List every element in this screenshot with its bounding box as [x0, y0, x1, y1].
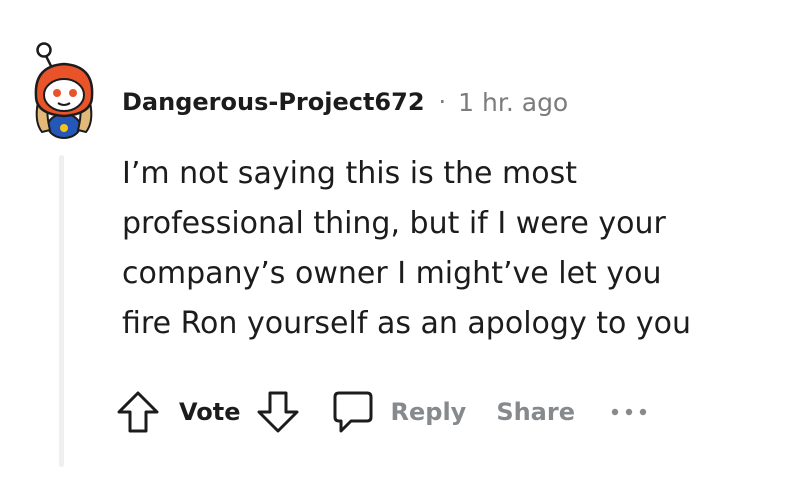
- upvote-button[interactable]: [115, 389, 161, 435]
- meta-separator: ·: [438, 88, 447, 116]
- username-link[interactable]: Dangerous-Project672: [122, 88, 425, 116]
- user-avatar[interactable]: [24, 40, 104, 140]
- more-options-button[interactable]: [609, 404, 649, 420]
- vote-count-label: Vote: [179, 398, 241, 426]
- comment-body-line: professional thing, but if I were your: [122, 206, 666, 241]
- comment: Dangerous-Project672 · 1 hr. ago I’m not…: [0, 0, 800, 490]
- ellipsis-icon: [611, 408, 647, 416]
- avatar-snoo-icon: [34, 42, 94, 139]
- speech-bubble-icon: [333, 391, 372, 433]
- share-button[interactable]: Share: [496, 398, 575, 426]
- thread-line[interactable]: [59, 155, 64, 467]
- reply-icon-wrap: [329, 389, 375, 435]
- comment-actions: Vote Reply Share: [115, 386, 649, 438]
- reply-label: Reply: [390, 398, 467, 426]
- comment-body-line: company’s owner I might’ve let you: [122, 256, 662, 291]
- downvote-button[interactable]: [255, 389, 301, 435]
- comment-body-line: I’m not saying this is the most: [122, 156, 578, 191]
- comment-meta: Dangerous-Project672 · 1 hr. ago: [122, 84, 568, 120]
- comment-body: I’m not saying this is the most professi…: [122, 149, 772, 349]
- reply-button[interactable]: Reply: [329, 389, 467, 435]
- comment-body-line: fire Ron yourself as an apology to you: [122, 306, 692, 341]
- arrow-up-outline-icon: [117, 391, 159, 433]
- arrow-down-outline-icon: [257, 391, 298, 433]
- comment-timestamp[interactable]: 1 hr. ago: [458, 88, 568, 117]
